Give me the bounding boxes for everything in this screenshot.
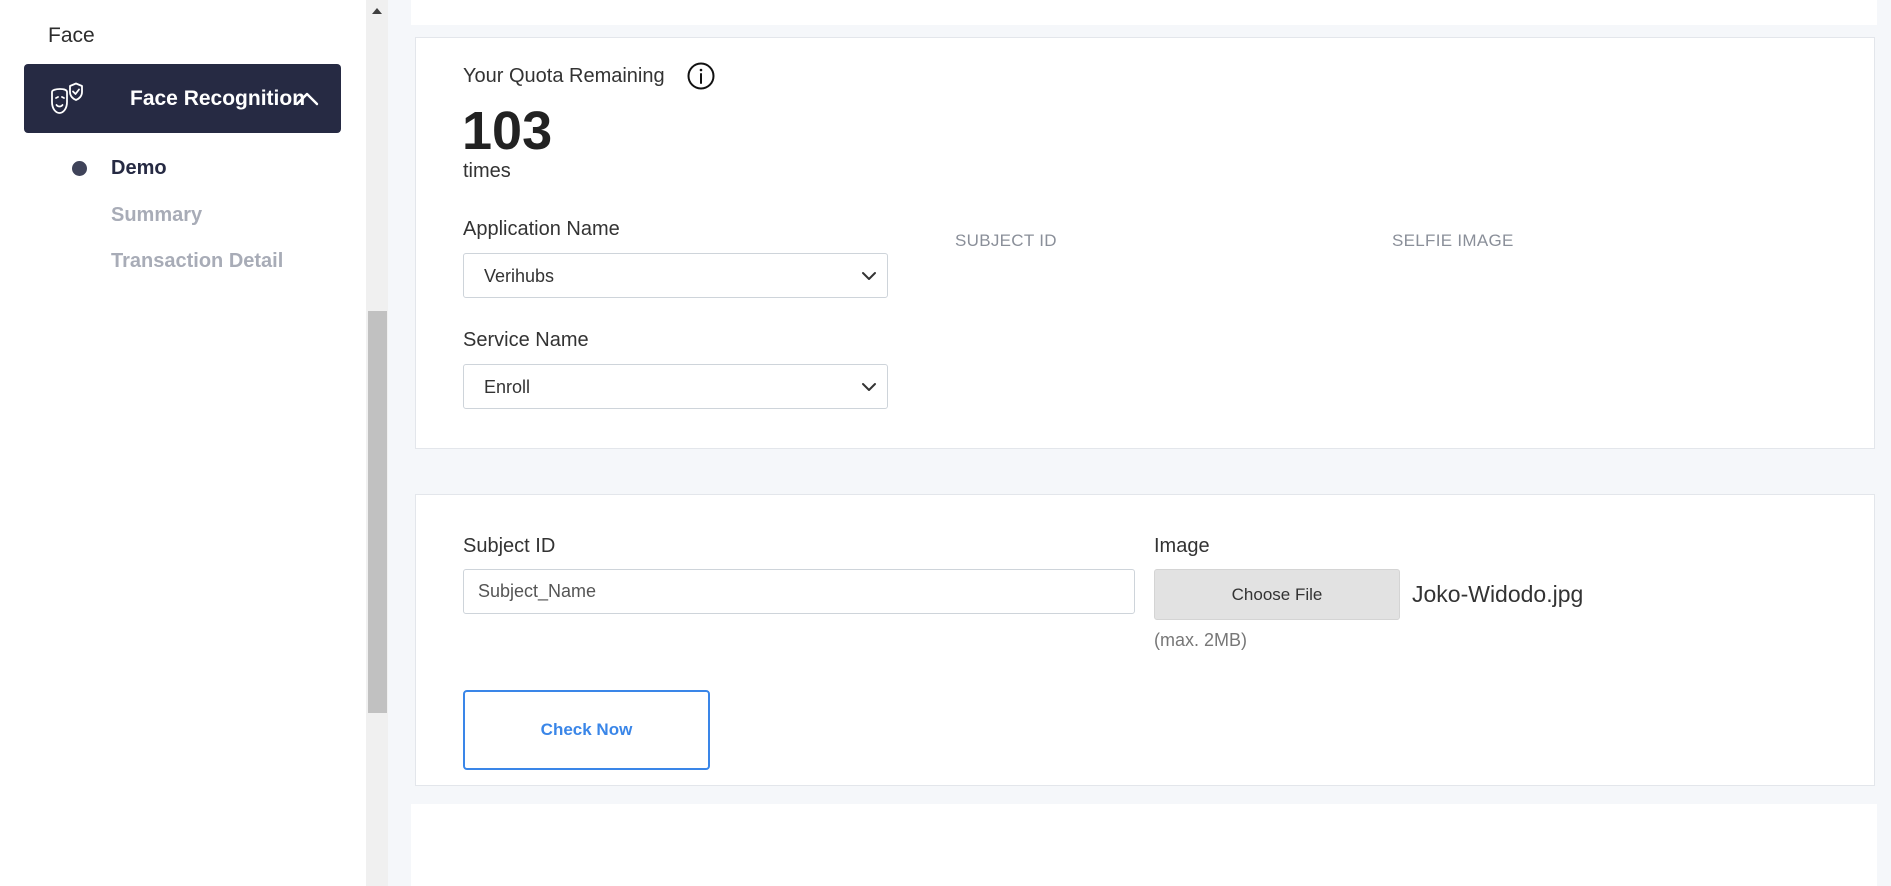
bottom-card-edge [411, 804, 1877, 886]
sidebar-item-label: Face Recognition [130, 87, 306, 110]
quota-value: 103 [462, 101, 553, 161]
active-bullet-icon [72, 161, 87, 176]
file-size-hint: (max. 2MB) [1154, 630, 1248, 650]
subject-id-input[interactable] [463, 569, 1135, 614]
sidebar-subitem-demo[interactable]: Demo [111, 157, 167, 180]
sidebar-section-label: Face [48, 24, 95, 47]
check-form-card: Subject ID Image Choose File Joko-Widodo… [415, 494, 1875, 786]
subject-id-label: Subject ID [463, 535, 556, 557]
application-name-value: Verihubs [484, 266, 555, 286]
service-name-label: Service Name [463, 329, 589, 351]
selfie-image-header: SELFIE IMAGE [1392, 231, 1514, 250]
application-name-label: Application Name [463, 218, 620, 240]
info-icon[interactable] [686, 61, 716, 91]
choose-file-button[interactable]: Choose File [1154, 569, 1400, 620]
service-name-value: Enroll [484, 377, 531, 397]
chevron-down-icon [862, 272, 876, 280]
quota-card: Your Quota Remaining 103 times Applicati… [415, 37, 1875, 449]
sidebar-subitem-summary[interactable]: Summary [111, 204, 202, 227]
sidebar: Face Face Recognition Demo Summary Trans… [0, 0, 366, 886]
sidebar-subitem-transaction-detail[interactable]: Transaction Detail [111, 250, 283, 273]
quota-unit: times [463, 160, 511, 182]
scrollbar-thumb[interactable] [368, 311, 387, 713]
sidebar-item-face-recognition[interactable]: Face Recognition [24, 64, 341, 133]
subject-id-header: SUBJECT ID [955, 231, 1057, 250]
face-mask-shield-icon [51, 82, 83, 114]
image-label: Image [1154, 535, 1210, 557]
selected-file-name: Joko-Widodo.jpg [1412, 581, 1584, 607]
quota-label: Your Quota Remaining [463, 65, 665, 87]
sidebar-scrollbar[interactable] [366, 0, 388, 886]
application-name-select[interactable]: Verihubs [463, 253, 888, 298]
check-now-button[interactable]: Check Now [463, 690, 710, 770]
service-name-select[interactable]: Enroll [463, 364, 888, 409]
scroll-up-arrow-icon[interactable] [371, 6, 383, 16]
chevron-up-icon[interactable] [294, 86, 320, 112]
top-card-edge [411, 0, 1877, 25]
chevron-down-icon [862, 383, 876, 391]
